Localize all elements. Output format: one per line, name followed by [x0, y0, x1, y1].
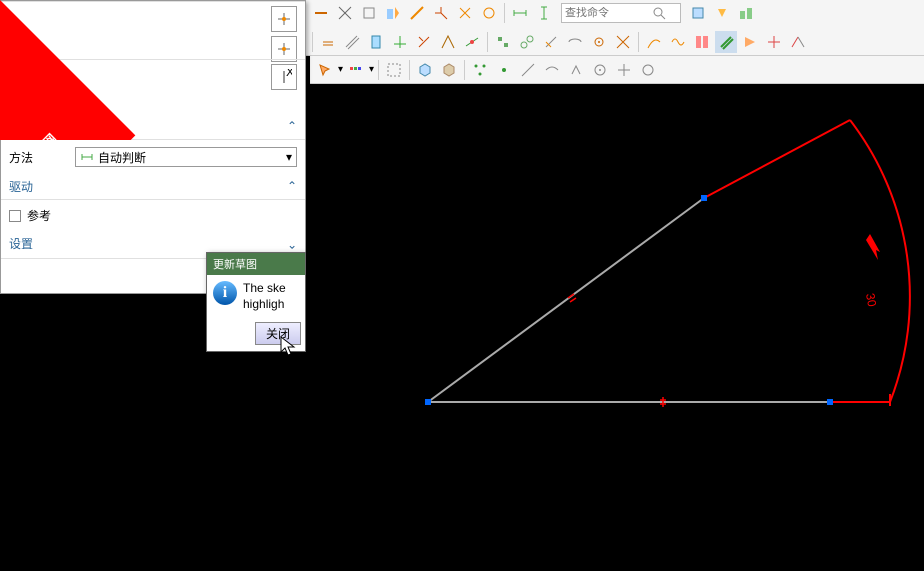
selection-icon[interactable]: [383, 59, 405, 81]
separator: [409, 60, 410, 80]
snap-icon[interactable]: [589, 59, 611, 81]
chevron-down-icon: ▾: [286, 150, 292, 164]
constraint-icon[interactable]: [437, 31, 459, 53]
expand-icon: ⌃: [287, 236, 297, 251]
search-icon[interactable]: [652, 6, 666, 20]
separator: [312, 32, 313, 52]
separator: [504, 3, 505, 23]
collapse-icon: ⌃: [287, 179, 297, 194]
tool-icon[interactable]: [454, 2, 476, 24]
method-dropdown[interactable]: 自动判断 ▾: [75, 147, 297, 167]
sketch-icon[interactable]: [564, 31, 586, 53]
point-select-button[interactable]: [271, 6, 297, 32]
snap-icon[interactable]: [469, 59, 491, 81]
separator: [487, 32, 488, 52]
secondary-toolbar: ▾ ▾: [310, 56, 924, 84]
constraint-icon[interactable]: [413, 31, 435, 53]
reference-label: 参考: [27, 207, 51, 224]
search-input[interactable]: [562, 7, 652, 19]
line-icon[interactable]: [691, 31, 713, 53]
snap-icon[interactable]: [613, 59, 635, 81]
origin-button[interactable]: X: [271, 64, 297, 90]
box-icon[interactable]: [414, 59, 436, 81]
angle-dimension[interactable]: 30: [863, 292, 879, 308]
sketch-canvas[interactable]: 30: [310, 84, 924, 568]
curve-icon[interactable]: [643, 31, 665, 53]
constraint-icon[interactable]: [461, 31, 483, 53]
snap-icon[interactable]: [637, 59, 659, 81]
sketch-icon[interactable]: [612, 31, 634, 53]
separator: [638, 32, 639, 52]
dimension-icon[interactable]: [533, 2, 555, 24]
separator: [378, 60, 379, 80]
popup-text: The ske: [243, 281, 286, 297]
tool-icon[interactable]: [406, 2, 428, 24]
separator: [464, 60, 465, 80]
constraint-icon[interactable]: [317, 31, 339, 53]
dimension-icon[interactable]: [509, 2, 531, 24]
sketch-icon[interactable]: [492, 31, 514, 53]
dropdown-arrow-icon[interactable]: ▾: [369, 64, 374, 75]
box-icon[interactable]: [438, 59, 460, 81]
auto-place-checkbox[interactable]: [9, 93, 21, 105]
auto-place-label: 自动放置: [27, 90, 75, 107]
section-title: 驱动: [9, 178, 33, 195]
tool-icon[interactable]: [687, 2, 709, 24]
method-label: 方法: [9, 149, 69, 166]
snap-icon[interactable]: [565, 59, 587, 81]
tool-icon[interactable]: [334, 2, 356, 24]
dimension-panel: X 位置 自动放置 测量 ⌃ 方法 自动判断 ▾ 驱动 ⌃ 参考 设置 ⌃: [0, 0, 306, 294]
position-label: 位置: [9, 67, 33, 84]
constraint-icon[interactable]: [341, 31, 363, 53]
filter-icon[interactable]: [345, 59, 367, 81]
tool-icon[interactable]: [739, 31, 761, 53]
sketch-icon[interactable]: [516, 31, 538, 53]
close-button[interactable]: 关闭: [255, 322, 301, 345]
tool-icon[interactable]: [382, 2, 404, 24]
section-title: 设置: [9, 235, 33, 252]
tool-icon[interactable]: [711, 2, 733, 24]
info-icon: i: [213, 281, 237, 305]
collapse-icon: ⌃: [287, 119, 297, 134]
update-sketch-popup: 更新草图 i The ske highligh 关闭: [206, 252, 306, 352]
tool-icon[interactable]: [310, 2, 332, 24]
tool-icon[interactable]: [430, 2, 452, 24]
select-icon[interactable]: [314, 59, 336, 81]
tool-icon[interactable]: [763, 31, 785, 53]
drive-header[interactable]: 驱动 ⌃: [1, 174, 305, 199]
sketch-icon[interactable]: [540, 31, 562, 53]
svg-text:X: X: [286, 69, 292, 79]
dropdown-arrow-icon[interactable]: ▾: [338, 64, 343, 75]
sketch-icon[interactable]: [588, 31, 610, 53]
snap-icon[interactable]: [541, 59, 563, 81]
snap-icon[interactable]: [493, 59, 515, 81]
popup-text: highligh: [243, 297, 286, 313]
tool-icon[interactable]: [478, 2, 500, 24]
measure-header[interactable]: 测量 ⌃: [1, 114, 305, 139]
popup-title: 更新草图: [207, 253, 305, 275]
tool-icon[interactable]: [358, 2, 380, 24]
reference-checkbox[interactable]: [9, 210, 21, 222]
tool-icon[interactable]: [787, 31, 809, 53]
active-tool-icon[interactable]: [715, 31, 737, 53]
method-value: 自动判断: [98, 149, 146, 166]
curve-icon[interactable]: [667, 31, 689, 53]
constraint-icon[interactable]: [365, 31, 387, 53]
section-title: 测量: [9, 118, 33, 135]
command-search[interactable]: [561, 3, 681, 23]
snap-icon[interactable]: [517, 59, 539, 81]
tool-icon[interactable]: [735, 2, 757, 24]
constraint-icon[interactable]: [389, 31, 411, 53]
